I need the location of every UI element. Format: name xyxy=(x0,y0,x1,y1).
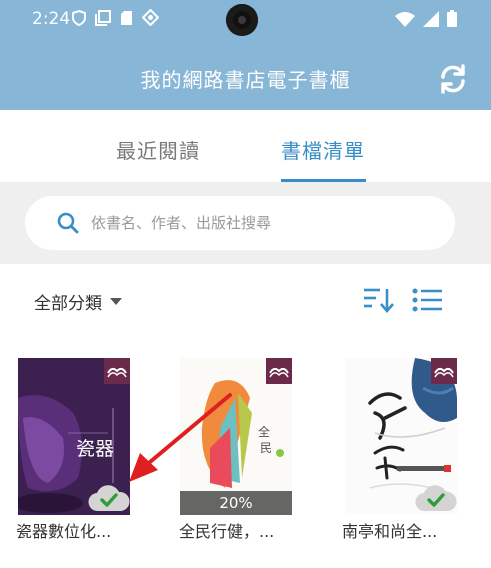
annotation-arrow xyxy=(129,393,232,482)
